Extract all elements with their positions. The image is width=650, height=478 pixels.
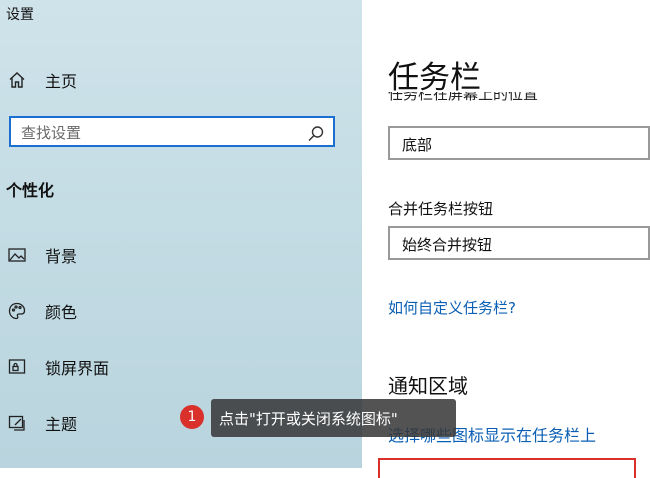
search-input[interactable] bbox=[19, 121, 303, 145]
theme-icon bbox=[6, 412, 28, 434]
taskbar-location-label: 任务栏在屏幕上的位置 bbox=[388, 92, 539, 103]
combine-buttons-select[interactable]: 始终合并按钮 bbox=[388, 226, 650, 260]
nav-item-colors[interactable]: 颜色 bbox=[6, 297, 77, 325]
nav-item-label: 背景 bbox=[45, 247, 78, 266]
lock-screen-icon bbox=[6, 356, 28, 378]
nav-item-label: 主题 bbox=[45, 415, 78, 434]
instruction-tooltip: 点击"打开或关闭系统图标" bbox=[211, 399, 456, 437]
section-title-personalization: 个性化 bbox=[6, 181, 55, 200]
notification-area-heading: 通知区域 bbox=[388, 374, 468, 398]
tooltip-text: 点击"打开或关闭系统图标" bbox=[219, 410, 398, 428]
taskbar-settings-panel: 任务栏 任务栏在屏幕上的位置 底部 合并任务栏按钮 始终合并按钮 如何自定义任务… bbox=[362, 0, 650, 468]
select-value: 始终合并按钮 bbox=[402, 236, 493, 254]
palette-icon bbox=[6, 300, 28, 322]
window-title: 设置 bbox=[6, 7, 34, 23]
home-icon bbox=[6, 69, 28, 91]
nav-item-label: 锁屏界面 bbox=[45, 359, 110, 378]
step-badge: 1 bbox=[180, 405, 204, 429]
nav-item-lock-screen[interactable]: 锁屏界面 bbox=[6, 353, 109, 381]
search-box[interactable] bbox=[9, 116, 335, 147]
combine-buttons-label: 合并任务栏按钮 bbox=[388, 200, 494, 218]
search-icon[interactable] bbox=[305, 123, 327, 145]
nav-home-label: 主页 bbox=[45, 72, 78, 91]
nav-item-label: 颜色 bbox=[45, 303, 78, 322]
taskbar-location-select[interactable]: 底部 bbox=[388, 126, 650, 160]
page-title: 任务栏 bbox=[388, 60, 481, 96]
highlight-box bbox=[378, 458, 636, 478]
select-value: 底部 bbox=[402, 136, 433, 154]
image-icon bbox=[6, 244, 28, 266]
nav-item-themes[interactable]: 主题 bbox=[6, 409, 77, 437]
nav-item-background[interactable]: 背景 bbox=[6, 241, 77, 269]
settings-sidebar: 设置 主页 个性化 背景 颜 bbox=[0, 0, 362, 468]
customize-taskbar-link[interactable]: 如何自定义任务栏? bbox=[388, 297, 516, 318]
nav-home[interactable]: 主页 bbox=[6, 68, 77, 92]
